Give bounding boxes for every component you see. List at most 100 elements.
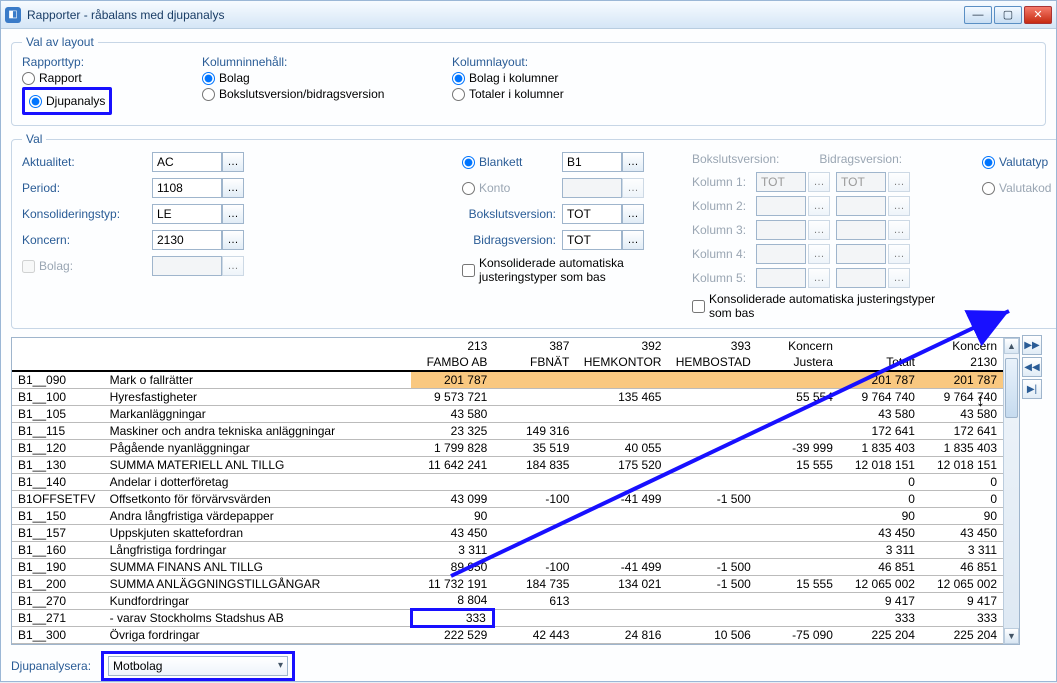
djupanalysera-combo[interactable]: Motbolag <box>108 656 288 676</box>
bokslut-radio[interactable] <box>202 88 215 101</box>
kollayout-bolagik[interactable]: Bolag i kolumner <box>452 71 1035 85</box>
nav-back-button[interactable]: ◀◀ <box>1022 357 1042 377</box>
kol5-bd <box>836 268 886 288</box>
bokslutsversion-browse[interactable]: … <box>622 204 644 224</box>
aktualitet-browse[interactable]: … <box>222 152 244 172</box>
table-row[interactable]: B1__105Markanläggningar43 58043 58043 58… <box>12 405 1003 422</box>
table-row[interactable]: B1__130SUMMA MATERIELL ANL TILLG11 642 2… <box>12 456 1003 473</box>
close-button[interactable]: ✕ <box>1024 6 1052 24</box>
kol2-bv <box>756 196 806 216</box>
kol4-bv <box>756 244 806 264</box>
kollayout-totaler[interactable]: Totaler i kolumner <box>452 87 1035 101</box>
totaler-radio[interactable] <box>452 88 465 101</box>
window-buttons: — ▢ ✕ <box>964 6 1052 24</box>
kol3-bd-browse: … <box>888 220 910 240</box>
table-row[interactable]: B1__115Maskiner och andra tekniska anläg… <box>12 422 1003 439</box>
period-label: Period: <box>22 181 152 195</box>
table-row[interactable]: B1__271- varav Stockholms Stadshus AB333… <box>12 609 1003 626</box>
blankett-input[interactable] <box>562 152 622 172</box>
rapport-radio[interactable] <box>22 72 35 85</box>
table-row[interactable]: B1__200SUMMA ANLÄGGNINGSTILLGÅNGAR11 732… <box>12 575 1003 592</box>
valutatyp-radio[interactable] <box>982 156 995 169</box>
rapporttyp-label: Rapporttyp: <box>22 55 202 69</box>
kol2-label: Kolumn 2: <box>692 199 750 213</box>
table-row[interactable]: B1__150Andra långfristiga värdepapper909… <box>12 507 1003 524</box>
kol2-bd <box>836 196 886 216</box>
bolag-check-label: Bolag: <box>39 259 73 273</box>
konsoliderade2-check[interactable]: Konsoliderade automatiska justeringstype… <box>692 292 952 320</box>
table-row[interactable]: B1__140Andelar i dotterföretag00 <box>12 473 1003 490</box>
djupanalys-radio-label: Djupanalys <box>46 94 105 108</box>
resize-cursor-icon: ↕ <box>976 390 985 411</box>
scroll-down-button[interactable]: ▼ <box>1004 628 1019 644</box>
scroll-thumb[interactable] <box>1005 358 1018 418</box>
table-row[interactable]: B1__160Långfristiga fordringar3 3113 311… <box>12 541 1003 558</box>
totaler-radio-label: Totaler i kolumner <box>469 87 564 101</box>
table-row[interactable]: B1__190SUMMA FINANS ANL TILLG89 950-100-… <box>12 558 1003 575</box>
maximize-button[interactable]: ▢ <box>994 6 1022 24</box>
djupanalysera-value: Motbolag <box>113 659 162 673</box>
kol1-bd-browse: … <box>888 172 910 192</box>
highlight-motbolag: Motbolag <box>101 651 295 681</box>
valutakod-radio-wrap[interactable]: Valutakod <box>982 181 1051 195</box>
period-browse[interactable]: … <box>222 178 244 198</box>
bidragsversion-label: Bidragsversion: <box>462 233 562 247</box>
grid-scroll[interactable]: 213387392393KoncernKoncern FAMBO ABFBNÄT… <box>12 338 1003 644</box>
konsoliderade-checkbox[interactable] <box>462 264 475 277</box>
table-row[interactable]: B1__100Hyresfastigheter9 573 721135 4655… <box>12 388 1003 405</box>
konsoliderade2-label: Konsoliderade automatiska justeringstype… <box>709 292 952 320</box>
blankett-browse[interactable]: … <box>622 152 644 172</box>
bolagik-radio[interactable] <box>452 72 465 85</box>
table-header: 213387392393KoncernKoncern FAMBO ABFBNÄT… <box>12 338 1003 371</box>
period-input[interactable] <box>152 178 222 198</box>
kol5-bv-browse: … <box>808 268 830 288</box>
table-row[interactable]: B1__270Kundfordringar8 8046139 4179 417 <box>12 592 1003 609</box>
data-grid: 213387392393KoncernKoncern FAMBO ABFBNÄT… <box>11 337 1020 645</box>
bokslutsversion-input[interactable] <box>562 204 622 224</box>
valutatyp-radio-wrap[interactable]: Valutatyp <box>982 155 1048 169</box>
nav-step-button[interactable]: ▶| <box>1022 379 1042 399</box>
konsolidering-browse[interactable]: … <box>222 204 244 224</box>
blankett-radio-wrap[interactable]: Blankett <box>462 155 562 169</box>
rapporttyp-djupanalys[interactable]: Djupanalys <box>29 94 105 108</box>
bokslut-radio-label: Bokslutsversion/bidragsversion <box>219 87 384 101</box>
bidragsversion-input[interactable] <box>562 230 622 250</box>
valutakod-radio[interactable] <box>982 182 995 195</box>
table-row[interactable]: B1__120Pågående nyanläggningar1 799 8283… <box>12 439 1003 456</box>
kol4-bd-browse: … <box>888 244 910 264</box>
table-row[interactable]: B1__090Mark o fallrätter201 787201 78720… <box>12 371 1003 388</box>
val-fieldset: Val Aktualitet: … Period: … Konsolide <box>11 132 1056 329</box>
rapport-radio-label: Rapport <box>39 71 82 85</box>
table-row[interactable]: B1OFFSETFVOffsetkonto för förvärvsvärden… <box>12 490 1003 507</box>
kolinnehall-bokslut[interactable]: Bokslutsversion/bidragsversion <box>202 87 452 101</box>
blankett-radio[interactable] <box>462 156 475 169</box>
koncern-input[interactable] <box>152 230 222 250</box>
djupanalys-radio[interactable] <box>29 95 42 108</box>
konsoliderade-check[interactable]: Konsoliderade automatiska justeringstype… <box>462 256 682 284</box>
konto-radio[interactable] <box>462 182 475 195</box>
scroll-up-button[interactable]: ▲ <box>1004 338 1019 354</box>
bidragsversion-browse[interactable]: … <box>622 230 644 250</box>
nav-forward-button[interactable]: ▶▶ <box>1022 335 1042 355</box>
kolinnehall-bolag[interactable]: Bolag <box>202 71 452 85</box>
kol4-bv-browse: … <box>808 244 830 264</box>
kol5-label: Kolumn 5: <box>692 271 750 285</box>
val-legend: Val <box>22 132 46 146</box>
minimize-button[interactable]: — <box>964 6 992 24</box>
koncern-browse[interactable]: … <box>222 230 244 250</box>
table-row[interactable]: B1__157Uppskjuten skattefordran43 45043 … <box>12 524 1003 541</box>
konsoliderade2-checkbox[interactable] <box>692 300 705 313</box>
layout-fieldset: Val av layout Rapporttyp: Rapport Djupan… <box>11 35 1046 126</box>
konsolidering-label: Konsolideringstyp: <box>22 207 152 221</box>
table-row[interactable]: B1__300Övriga fordringar222 52942 44324 … <box>12 626 1003 643</box>
konto-radio-wrap[interactable]: Konto <box>462 181 562 195</box>
aktualitet-input[interactable] <box>152 152 222 172</box>
bolag-radio[interactable] <box>202 72 215 85</box>
bolag-radio-label: Bolag <box>219 71 250 85</box>
vertical-scrollbar[interactable]: ▲ ▼ <box>1003 338 1019 644</box>
kol1-label: Kolumn 1: <box>692 175 750 189</box>
kol4-bd <box>836 244 886 264</box>
konsolidering-input[interactable] <box>152 204 222 224</box>
rapporttyp-rapport[interactable]: Rapport <box>22 71 202 85</box>
kol5-bd-browse: … <box>888 268 910 288</box>
